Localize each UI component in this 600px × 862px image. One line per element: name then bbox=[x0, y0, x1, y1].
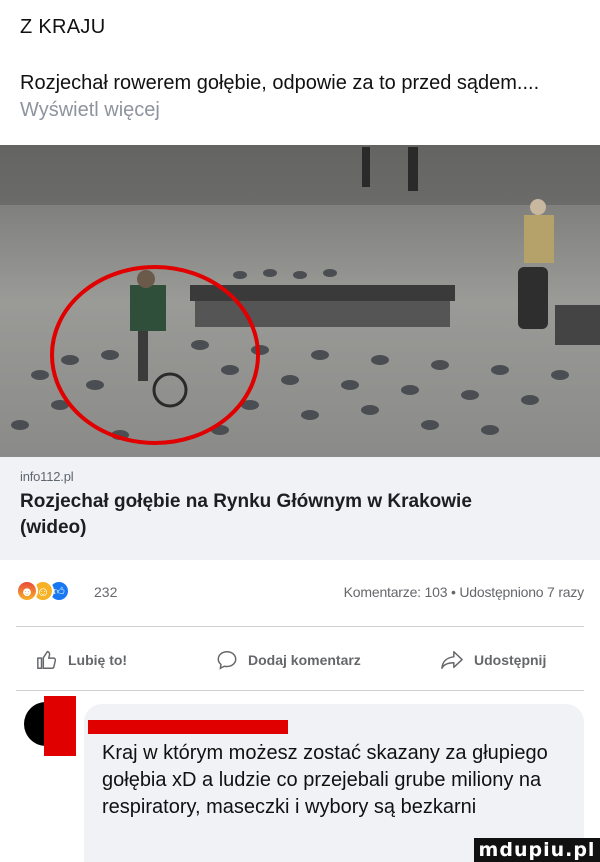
post-stats: ☻ ☺ 👍︎ 232 Komentarze: 103 • Udostępnion… bbox=[0, 570, 600, 610]
reaction-count[interactable]: 232 bbox=[94, 584, 117, 600]
share-arrow-icon bbox=[441, 651, 463, 669]
comment-label: Dodaj komentarz bbox=[248, 652, 361, 668]
action-bar: Lubię to! Dodaj komentarz Udostępnij bbox=[0, 638, 600, 682]
link-preview[interactable]: info112.pl Rozjechał gołębie na Rynku Gł… bbox=[0, 457, 600, 560]
share-label: Udostępnij bbox=[474, 652, 547, 668]
see-more-link[interactable]: Wyświetl więcej bbox=[20, 99, 160, 121]
post-image[interactable]: i bbox=[0, 145, 600, 457]
thumbs-up-icon bbox=[37, 650, 57, 669]
comment-text: Kraj w którym możesz zostać skazany za g… bbox=[102, 742, 548, 818]
comment-item: Kraj w którym możesz zostać skazany za g… bbox=[0, 690, 600, 862]
watermark: mdupiu.pl bbox=[474, 838, 600, 862]
avatar-redaction bbox=[44, 696, 76, 756]
like-button[interactable]: Lubię to! bbox=[36, 644, 127, 676]
reaction-icons[interactable]: ☻ ☺ 👍︎ bbox=[16, 580, 70, 602]
post-body: Rozjechał rowerem gołębie, odpowie za to… bbox=[20, 72, 540, 94]
section-title: Z KRAJU bbox=[20, 16, 106, 38]
share-button[interactable]: Udostępnij bbox=[440, 644, 546, 676]
angry-icon: ☻ bbox=[16, 580, 38, 602]
commenter-name-redaction bbox=[88, 720, 288, 734]
comments-shares-count[interactable]: Komentarze: 103 • Udostępniono 7 razy bbox=[344, 584, 585, 600]
link-title[interactable]: Rozjechał gołębie na Rynku Głównym w Kra… bbox=[20, 489, 540, 541]
divider bbox=[16, 626, 584, 627]
comment-button[interactable]: Dodaj komentarz bbox=[216, 644, 361, 676]
comment-bubble-icon bbox=[217, 651, 237, 670]
link-domain: info112.pl bbox=[20, 469, 74, 484]
post-text: Rozjechał rowerem gołębie, odpowie za to… bbox=[20, 70, 580, 124]
pigeon-scene-image bbox=[0, 145, 600, 457]
like-label: Lubię to! bbox=[68, 652, 128, 668]
